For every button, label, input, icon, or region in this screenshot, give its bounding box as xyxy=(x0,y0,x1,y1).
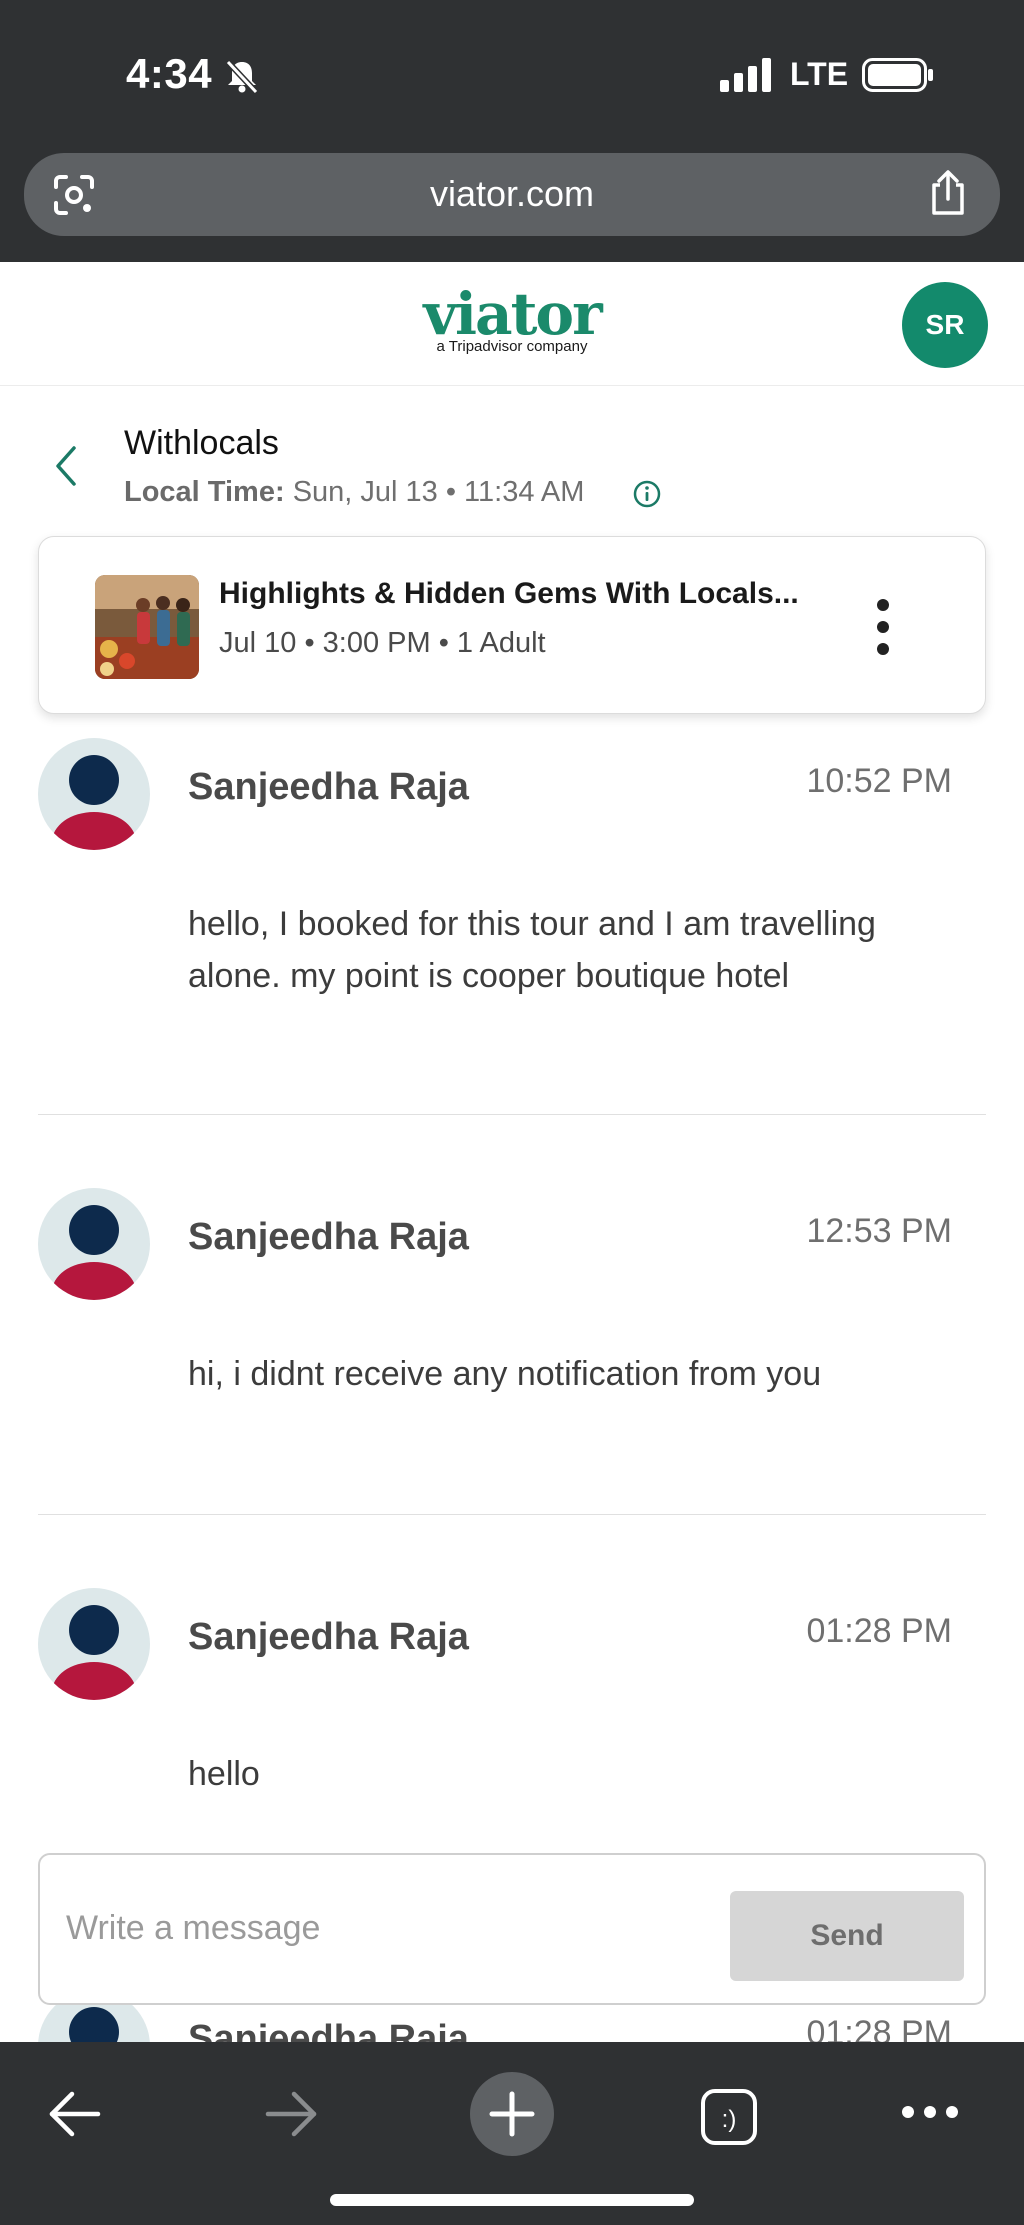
message-divider xyxy=(38,1514,986,1515)
message-divider xyxy=(38,1114,986,1115)
user-avatar[interactable]: SR xyxy=(902,282,988,368)
conversation-title: Withlocals xyxy=(124,424,279,462)
url-bar[interactable]: viator.com xyxy=(24,153,1000,236)
tour-title[interactable]: Highlights & Hidden Gems With Locals... xyxy=(219,577,799,611)
home-indicator xyxy=(330,2194,694,2206)
browser-chrome: 4:34 LTE viator.com xyxy=(0,0,1024,262)
forward-arrow-icon[interactable] xyxy=(264,2090,320,2138)
new-tab-button[interactable] xyxy=(470,2072,554,2156)
send-button[interactable]: Send xyxy=(730,1891,964,1981)
cellular-signal-icon xyxy=(720,58,771,92)
bell-muted-icon xyxy=(225,59,259,95)
battery-icon xyxy=(862,58,933,92)
info-icon[interactable] xyxy=(632,479,662,509)
message-time: 01:28 PM xyxy=(806,1612,952,1650)
back-arrow-icon[interactable] xyxy=(46,2090,102,2138)
message-item: Sanjeedha Raja 12:53 PM hi, i didnt rece… xyxy=(38,1188,986,1438)
message-item: Sanjeedha Raja 10:52 PM hello, I booked … xyxy=(38,738,986,1038)
local-time-label: Local Time: xyxy=(124,476,285,508)
message-item: Sanjeedha Raja 01:28 PM hello xyxy=(38,1588,986,1818)
back-chevron-icon[interactable] xyxy=(50,444,82,488)
sender-name: Sanjeedha Raja xyxy=(188,1216,469,1258)
site-header: viator a Tripadvisor company SR xyxy=(0,262,1024,386)
browser-toolbar: :) xyxy=(0,2042,1024,2225)
message-input[interactable] xyxy=(66,1903,706,1953)
booking-card[interactable]: Highlights & Hidden Gems With Locals... … xyxy=(38,536,986,714)
svg-text::): :) xyxy=(722,2106,737,2133)
message-text: hello, I booked for this tour and I am t… xyxy=(188,905,876,995)
message-composer: Send xyxy=(38,1853,986,2005)
message-time: 10:52 PM xyxy=(806,762,952,800)
message-time: 12:53 PM xyxy=(806,1212,952,1250)
sender-avatar xyxy=(38,1188,150,1300)
share-icon[interactable] xyxy=(926,169,970,217)
message-text: hi, i didnt receive any notification fro… xyxy=(188,1355,822,1393)
sender-name: Sanjeedha Raja xyxy=(188,1616,469,1658)
message-text: hello xyxy=(188,1755,260,1793)
sender-avatar xyxy=(38,738,150,850)
tour-thumbnail xyxy=(95,575,199,679)
local-time-value: Sun, Jul 13 • 11:34 AM xyxy=(292,476,585,508)
more-options-icon[interactable] xyxy=(875,597,891,657)
local-time: Local Time: Sun, Jul 13 • 11:34 AM xyxy=(124,476,584,509)
tabs-icon[interactable]: :) xyxy=(700,2088,758,2146)
status-time: 4:34 xyxy=(126,50,213,97)
new-tab-plus-icon xyxy=(489,2091,535,2137)
sender-name: Sanjeedha Raja xyxy=(188,766,469,808)
network-type: LTE xyxy=(790,56,849,92)
tour-details: Jul 10 • 3:00 PM • 1 Adult xyxy=(219,627,546,659)
more-icon[interactable] xyxy=(900,2102,960,2122)
url-text[interactable]: viator.com xyxy=(24,173,1000,215)
logo-tagline: a Tripadvisor company xyxy=(436,338,588,355)
sender-avatar xyxy=(38,1588,150,1700)
